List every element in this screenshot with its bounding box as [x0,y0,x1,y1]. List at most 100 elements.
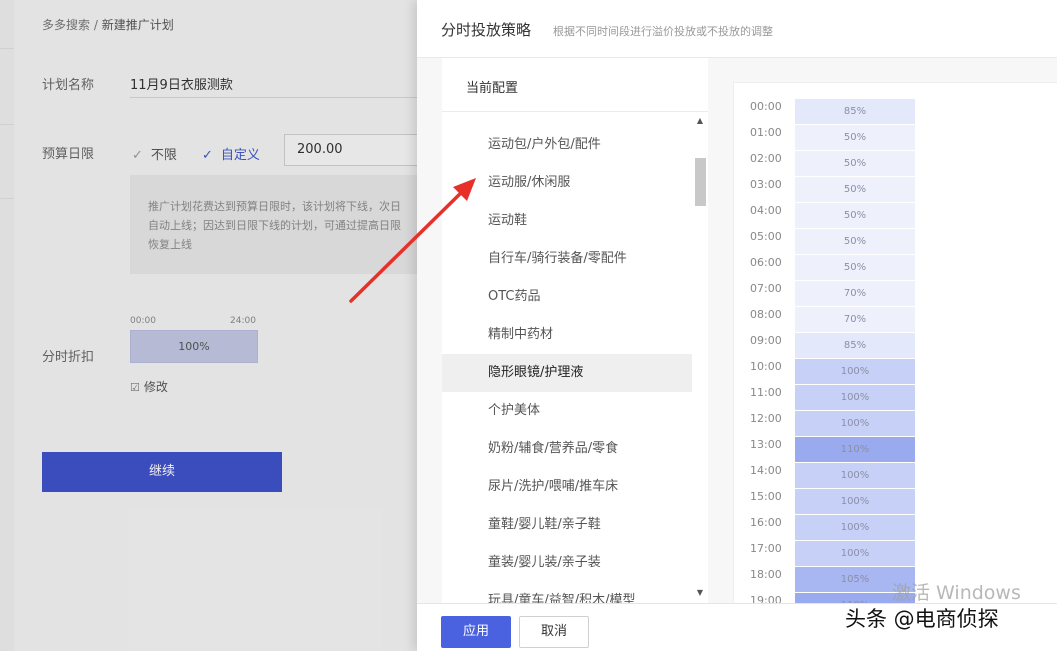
time-slot-row[interactable]: 16:00 100% [734,515,1057,541]
time-slot-label: 08:00 [750,308,782,321]
time-slot-rate[interactable]: 100% [795,515,915,540]
category-item[interactable]: 运动服/休闲服 [442,164,692,202]
time-slot-row[interactable]: 09:00 85% [734,333,1057,359]
time-slot-label: 18:00 [750,568,782,581]
nav-divider [0,124,14,125]
left-nav-strip [0,0,14,651]
category-item[interactable]: 运动鞋 [442,202,692,240]
time-slot-label: 10:00 [750,360,782,373]
category-item[interactable]: 奶粉/辅食/营养品/零食 [442,430,692,468]
apply-button[interactable]: 应用 [441,616,511,648]
time-slot-rate[interactable]: 50% [795,125,915,150]
edit-icon: ☑ [130,381,140,394]
time-slot-rate[interactable]: 50% [795,177,915,202]
cancel-button[interactable]: 取消 [519,616,589,648]
time-slot-rate[interactable]: 100% [795,385,915,410]
time-slot-row[interactable]: 15:00 100% [734,489,1057,515]
category-scrollbar[interactable]: ▲ ▼ [692,112,708,603]
time-slot-label: 09:00 [750,334,782,347]
time-slot-rate[interactable]: 85% [795,99,915,124]
time-slot-rate[interactable]: 50% [795,255,915,280]
time-slot-rate[interactable]: 100% [795,359,915,384]
category-item[interactable]: 隐形眼镜/护理液 [442,354,692,392]
budget-label: 预算日限 [42,147,95,162]
time-slot-row[interactable]: 03:00 50% [734,177,1057,203]
time-slot-rate[interactable]: 70% [795,307,915,332]
time-slot-rate[interactable]: 100% [795,489,915,514]
time-slot-row[interactable]: 13:00 110% [734,437,1057,463]
time-discount-label: 分时折扣 [42,350,95,365]
category-list[interactable]: 运动包/户外包/配件 运动服/休闲服 运动鞋 自行车/骑行装备/零配件 OTC药品 精制中… [442,112,692,603]
budget-hint: 推广计划花费达到预算日限时，该计划将下线，次日 自动上线；因达到日限下线的计划，… [130,175,420,274]
time-schedule-panel: 00:00 85% 01:00 50% 02:00 50% 03:00 50% 04:00 50%… [733,82,1057,603]
time-slot-rate[interactable]: 50% [795,203,915,228]
category-item[interactable]: 精制中药材 [442,316,692,354]
time-slot-label: 12:00 [750,412,782,425]
plan-name-input[interactable]: 11月9日衣服测款 [130,74,233,93]
time-slot-label: 19:00 [750,594,782,603]
time-slot-row[interactable]: 04:00 50% [734,203,1057,229]
windows-activation-watermark: 激活 Windows [892,582,1021,604]
budget-hint-line: 推广计划花费达到预算日限时，该计划将下线，次日 [148,200,401,213]
nav-divider [0,198,14,199]
discount-start-time: 00:00 [130,316,156,326]
breadcrumb-separator: / [93,18,98,32]
time-slot-label: 17:00 [750,542,782,555]
budget-custom-option[interactable]: ✓ 自定义 [202,144,260,163]
category-item[interactable]: 尿片/洗护/喂哺/推车床 [442,468,692,506]
check-icon: ✓ [132,148,143,163]
time-slot-rate[interactable]: 85% [795,333,915,358]
check-icon: ✓ [202,148,213,163]
category-item[interactable]: 运动包/户外包/配件 [442,126,692,164]
category-item[interactable]: OTC药品 [442,278,692,316]
time-slot-row[interactable]: 12:00 100% [734,411,1057,437]
category-item[interactable]: 个护美体 [442,392,692,430]
category-item[interactable]: 童鞋/婴儿鞋/亲子鞋 [442,506,692,544]
time-slot-row[interactable]: 11:00 100% [734,385,1057,411]
time-slot-row[interactable]: 02:00 50% [734,151,1057,177]
time-slot-rate[interactable]: 110% [795,437,915,462]
time-slot-row[interactable]: 00:00 85% [734,99,1057,125]
time-slot-row[interactable]: 05:00 50% [734,229,1057,255]
time-slot-row[interactable]: 06:00 50% [734,255,1057,281]
time-strategy-drawer: 分时投放策略 根据不同时间段进行溢价投放或不投放的调整 当前配置 运动包/户外包… [417,0,1057,651]
time-slot-rate[interactable]: 100% [795,411,915,436]
scrollbar-thumb[interactable] [695,158,706,206]
category-item[interactable]: 玩具/童车/益智/积木/模型 [442,582,692,603]
edit-discount-label: 修改 [143,380,168,394]
breadcrumb-parent[interactable]: 多多搜索 [42,18,90,32]
scroll-down-icon[interactable]: ▼ [692,586,708,600]
scroll-up-icon[interactable]: ▲ [692,114,708,128]
breadcrumb: 多多搜索 / 新建推广计划 [42,16,174,33]
time-slot-rate[interactable]: 70% [795,281,915,306]
drawer-subtitle: 根据不同时间段进行溢价投放或不投放的调整 [553,25,773,38]
drawer-body: 当前配置 运动包/户外包/配件 运动服/休闲服 运动鞋 自行车/骑行装备/零配件 OTC… [417,58,1057,603]
budget-amount-input[interactable]: 200.00 [284,134,424,166]
time-slot-row[interactable]: 07:00 70% [734,281,1057,307]
drawer-title: 分时投放策略 [441,21,532,39]
continue-button[interactable]: 继续 [42,452,282,492]
time-slot-rate[interactable]: 100% [795,541,915,566]
time-slot-rate[interactable]: 50% [795,151,915,176]
time-slot-label: 11:00 [750,386,782,399]
time-slot-label: 16:00 [750,516,782,529]
category-item[interactable]: 自行车/骑行装备/零配件 [442,240,692,278]
time-slot-label: 06:00 [750,256,782,269]
budget-unlimited-option[interactable]: ✓ 不限 [132,144,177,163]
time-slot-row[interactable]: 17:00 100% [734,541,1057,567]
time-slot-label: 03:00 [750,178,782,191]
time-slot-label: 14:00 [750,464,782,477]
category-panel: 当前配置 运动包/户外包/配件 运动服/休闲服 运动鞋 自行车/骑行装备/零配件 OTC… [442,58,708,603]
time-slot-rate[interactable]: 100% [795,463,915,488]
time-slot-row[interactable]: 08:00 70% [734,307,1057,333]
plan-name-label: 计划名称 [42,78,95,93]
time-slot-row[interactable]: 14:00 100% [734,463,1057,489]
category-item[interactable]: 童装/婴儿装/亲子装 [442,544,692,582]
time-slot-row[interactable]: 01:00 50% [734,125,1057,151]
time-slot-label: 04:00 [750,204,782,217]
time-slot-label: 15:00 [750,490,782,503]
edit-discount-link[interactable]: ☑ 修改 [130,378,168,395]
time-slot-rate[interactable]: 50% [795,229,915,254]
time-slot-row[interactable]: 10:00 100% [734,359,1057,385]
time-discount-bar: 100% [130,330,258,363]
